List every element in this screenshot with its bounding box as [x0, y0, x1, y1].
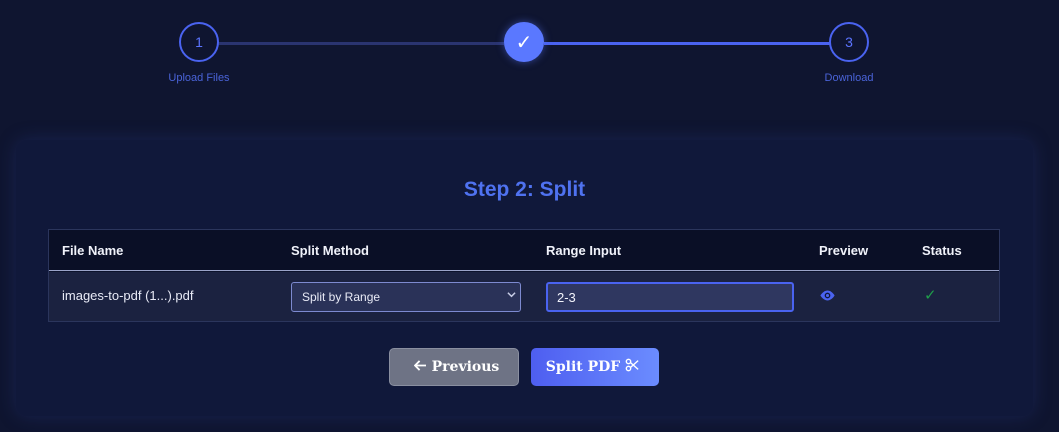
file-name-cell: images-to-pdf (1...).pdf [62, 288, 194, 303]
step-2-check-icon[interactable]: ✓ [504, 22, 544, 62]
header-range-input: Range Input [546, 243, 622, 258]
eye-icon[interactable] [819, 289, 836, 302]
split-pdf-label: Split PDF [545, 359, 621, 375]
range-input-field[interactable] [546, 282, 794, 312]
header-split-method: Split Method [291, 243, 369, 258]
header-file-name: File Name [62, 243, 124, 258]
progress-stepper: 1 ✓ 3 Upload Files Download [0, 0, 1059, 100]
split-method-select[interactable]: Split by Range [291, 282, 521, 312]
split-pdf-button[interactable]: Split PDF [531, 348, 659, 386]
status-check-icon: ✓ [924, 287, 937, 304]
step-connector-1 [218, 42, 504, 45]
step-1-circle[interactable]: 1 [179, 22, 219, 62]
step-3-label: Download [824, 72, 874, 84]
table-row: images-to-pdf (1...).pdf Split by Range … [49, 272, 999, 321]
arrow-left-icon [413, 359, 427, 375]
table-header: File Name Split Method Range Input Previ… [49, 230, 999, 271]
split-method-value: Split by Range [302, 290, 381, 304]
scissors-icon [625, 358, 639, 376]
chevron-down-icon [507, 290, 516, 301]
header-preview: Preview [819, 243, 869, 258]
split-card: Step 2: Split File Name Split Method Ran… [16, 140, 1033, 416]
header-status: Status [922, 243, 962, 258]
step-connector-2 [544, 42, 830, 45]
step-3-circle[interactable]: 3 [829, 22, 869, 62]
previous-label: Previous [431, 359, 500, 375]
step-1-label: Upload Files [168, 72, 230, 84]
previous-button[interactable]: Previous [389, 348, 519, 386]
card-title: Step 2: Split [463, 178, 586, 201]
files-table: File Name Split Method Range Input Previ… [48, 229, 1000, 322]
